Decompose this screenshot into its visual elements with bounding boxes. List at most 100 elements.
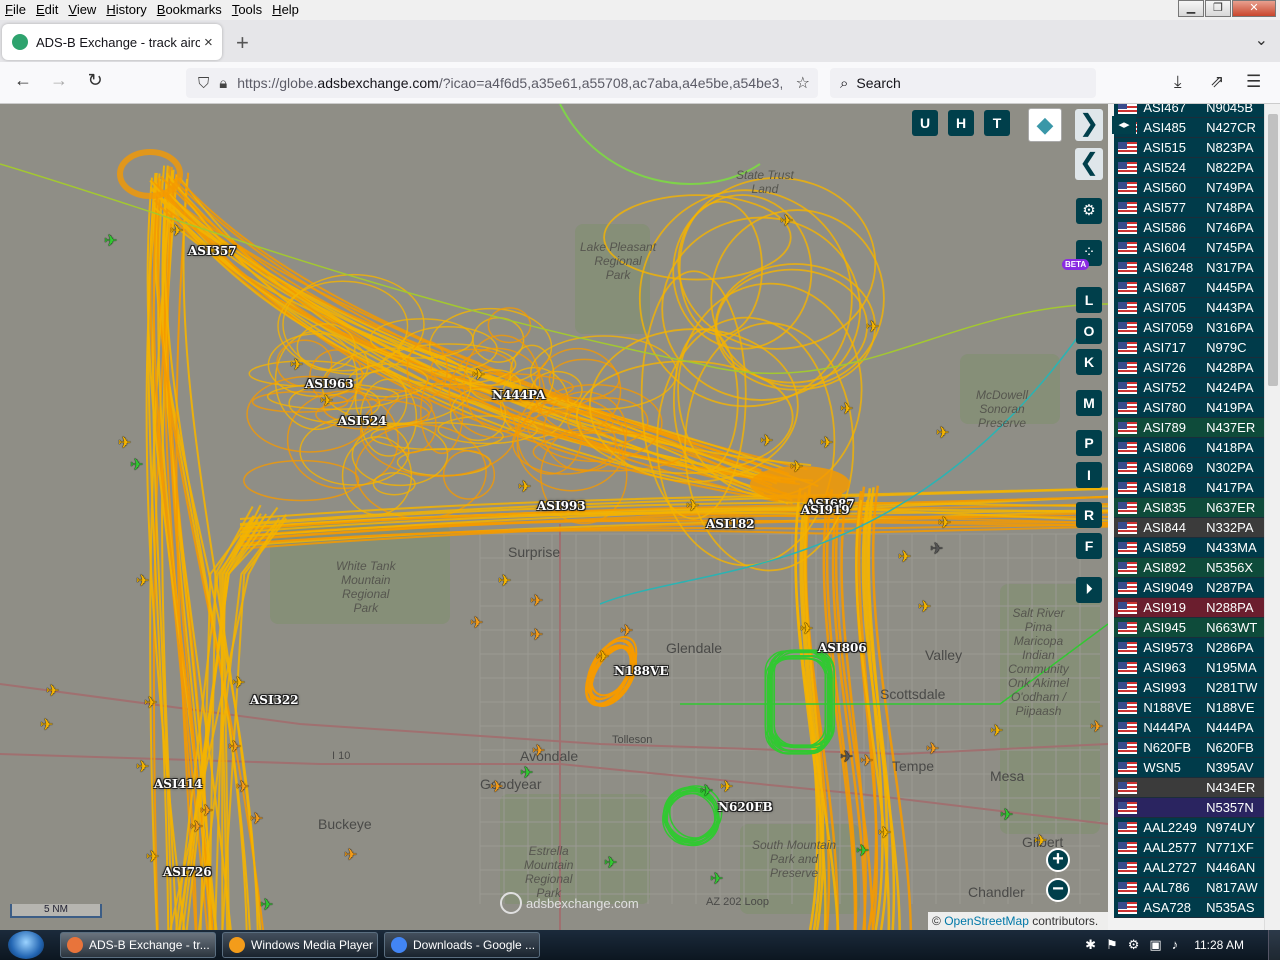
menu-file[interactable]: File [0,0,31,20]
close-window-button[interactable]: ✕ [1232,0,1276,17]
next-button[interactable]: ❯ [1075,109,1103,141]
aircraft-marker-icon[interactable]: ✈ [1090,720,1103,736]
show-desktop-button[interactable] [1268,930,1280,960]
tray-icon[interactable]: ⚑ [1106,937,1118,952]
toggle-i-button[interactable]: I [1076,462,1102,488]
table-row[interactable]: N444PA N444PA [1114,718,1264,738]
table-row[interactable]: ASI705 N443PA [1114,298,1264,318]
aircraft-marker-icon[interactable]: ✈ [620,624,633,640]
aircraft-marker-icon[interactable]: ✈ [596,650,609,666]
aircraft-marker-icon[interactable]: ✈ [200,804,213,820]
table-row[interactable]: AAL786 N817AW [1114,878,1264,898]
menu-view[interactable]: View [63,0,101,20]
table-row[interactable]: ASI892 N5356X [1114,558,1264,578]
menu-bookmarks[interactable]: Bookmarks [152,0,227,20]
aircraft-marker-icon[interactable]: ✈ [1000,808,1013,824]
aircraft-marker-icon[interactable]: ✈ [144,696,157,712]
table-row[interactable]: N188VE N188VE [1114,698,1264,718]
toggle-t-button[interactable]: T [984,110,1010,136]
aircraft-marker-icon[interactable]: ✈ [532,744,545,760]
table-row[interactable]: ASI780 N419PA [1114,398,1264,418]
url-text[interactable]: https://globe.adsbexchange.com/?icao=a4f… [237,75,782,91]
aircraft-marker-icon[interactable]: ✈ [170,224,183,240]
aircraft-marker-icon[interactable]: ✈ [520,766,533,782]
downloads-icon[interactable]: ⤓ [1174,72,1182,92]
table-row[interactable]: ASI835 N637ER [1114,498,1264,518]
tray-icon[interactable]: ▣ [1149,937,1161,952]
table-row[interactable]: ASI717 N979C [1114,338,1264,358]
toggle-o-button[interactable]: O [1076,318,1102,344]
menu-tools[interactable]: Tools [227,0,267,20]
table-row[interactable]: ASI9573 N286PA [1114,638,1264,658]
aircraft-marker-icon[interactable]: ✈ [1034,834,1047,850]
aircraft-marker-icon[interactable]: ✈ [130,458,143,474]
search-input[interactable]: ⌕ Search [830,68,1096,98]
table-row[interactable]: ASI467 N9045B [1114,104,1264,118]
back-icon[interactable]: ← [10,70,36,91]
replay-icon[interactable]: ⏵ [1076,577,1102,603]
aircraft-marker-icon[interactable]: ✈ [136,574,149,590]
aircraft-marker-icon[interactable]: ✈ [990,724,1003,740]
table-row[interactable]: ASI919 N288PA [1114,598,1264,618]
table-row[interactable]: N5357N [1114,798,1264,818]
aircraft-marker-icon[interactable]: ✈ [530,628,543,644]
table-row[interactable]: ASI6248 N317PA [1114,258,1264,278]
aircraft-marker-icon[interactable]: ✈ [898,550,911,566]
aircraft-marker-icon[interactable]: ✈ [604,856,617,872]
table-row[interactable]: AAL2249 N974UY [1114,818,1264,838]
table-row[interactable]: ASI604 N745PA [1114,238,1264,258]
aircraft-marker-icon[interactable]: ✈ [472,368,485,384]
table-row[interactable]: ASI586 N746PA [1114,218,1264,238]
toggle-l-button[interactable]: L [1076,287,1102,313]
toggle-m-button[interactable]: M [1076,390,1102,416]
layers-button[interactable]: ◆ [1028,108,1062,142]
start-button[interactable] [8,931,44,959]
tray-icon[interactable]: ♪ [1172,937,1179,952]
aircraft-marker-icon[interactable]: ✈ [878,826,891,842]
tray-icon[interactable]: ✱ [1085,937,1096,952]
table-row[interactable]: ASA728 N535AS [1114,898,1264,918]
aircraft-marker-icon[interactable]: ✈ [46,684,59,700]
toggle-h-button[interactable]: H [948,110,974,136]
clock[interactable]: 11:28 AM [1194,938,1244,952]
aircraft-marker-icon[interactable]: ✈ [530,594,543,610]
aircraft-marker-icon[interactable]: ✈ [250,812,263,828]
scroll-thumb[interactable] [1268,114,1278,386]
aircraft-marker-icon[interactable]: ✈ [190,820,203,836]
aircraft-marker-icon[interactable]: ✈ [820,436,833,452]
menu-edit[interactable]: Edit [31,0,63,20]
table-row[interactable]: AAL2727 N446AN [1114,858,1264,878]
table-row[interactable]: ASI8069 N302PA [1114,458,1264,478]
table-row[interactable]: ASI993 N281TW [1114,678,1264,698]
minimize-button[interactable]: ▁ [1178,0,1204,17]
aircraft-marker-icon[interactable]: ✈ [470,616,483,632]
table-row[interactable]: ASI515 N823PA [1114,138,1264,158]
forward-icon[interactable]: → [46,70,72,91]
taskbar-item[interactable]: Downloads - Google ... [384,932,540,958]
table-row[interactable]: N434ER [1114,778,1264,798]
menu-history[interactable]: History [101,0,151,20]
restore-button[interactable]: ❐ [1205,0,1231,17]
aircraft-marker-icon[interactable]: ✈ [926,742,939,758]
aircraft-marker-icon[interactable]: ✈ [146,850,159,866]
aircraft-marker-icon[interactable]: ✈ [518,480,531,496]
aircraft-marker-icon[interactable]: ✈ [40,718,53,734]
url-bar[interactable]: ⛉ 🔒︎ https://globe.adsbexchange.com/?ica… [186,68,818,98]
tray-icon[interactable]: ⚙ [1128,937,1140,952]
aircraft-marker-icon[interactable]: ✈ [490,780,503,796]
aircraft-marker-icon[interactable]: ✈ [136,760,149,776]
aircraft-marker-icon[interactable]: ✈ [780,214,793,230]
table-row[interactable]: ASI577 N748PA [1114,198,1264,218]
settings-gear-icon[interactable]: ⚙ [1076,198,1102,224]
aircraft-marker-icon[interactable]: ✈ [720,780,733,796]
table-row[interactable]: ASI818 N417PA [1114,478,1264,498]
aircraft-marker-icon[interactable]: ✈ [938,516,951,532]
aircraft-marker-icon[interactable]: ✈ [840,750,853,766]
aircraft-marker-icon[interactable]: ✈ [118,436,131,452]
list-all-tabs-icon[interactable]: ⌄ [1255,30,1268,50]
toggle-r-button[interactable]: R [1076,502,1102,528]
toggle-k-button[interactable]: K [1076,349,1102,375]
table-row[interactable]: WSN5 N395AV [1114,758,1264,778]
aircraft-marker-icon[interactable]: ✈ [228,740,241,756]
table-row[interactable]: AAL2577 N771XF [1114,838,1264,858]
